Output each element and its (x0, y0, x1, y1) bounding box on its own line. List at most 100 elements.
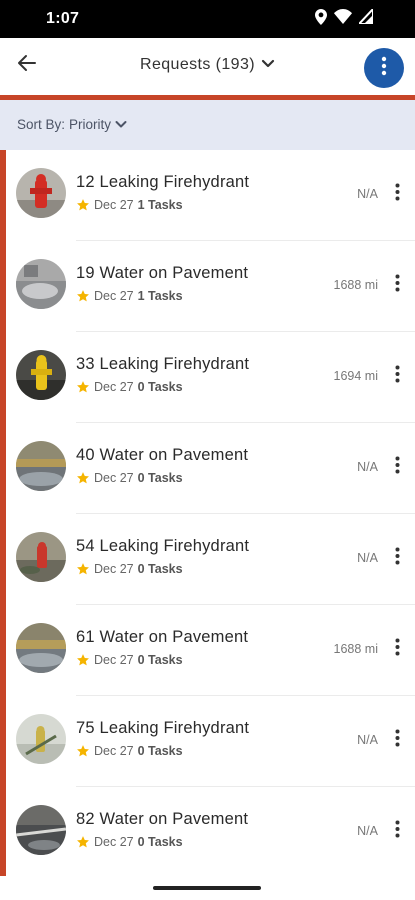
task-count: 0 Tasks (137, 471, 183, 485)
row-menu-button[interactable] (389, 638, 405, 660)
request-meta: Dec 27 0 Tasks (76, 380, 183, 394)
list-item[interactable]: 12 Leaking Firehydrant Dec 27 1 Tasks N/… (6, 150, 415, 241)
request-meta: Dec 27 0 Tasks (76, 835, 183, 849)
star-icon (77, 290, 89, 302)
request-distance: N/A (357, 733, 378, 747)
request-title: 19 Water on Pavement (76, 264, 249, 282)
request-date: Dec 27 (94, 198, 134, 212)
navigation-bar (0, 876, 415, 900)
task-count: 0 Tasks (137, 380, 183, 394)
list-item[interactable]: 61 Water on Pavement Dec 27 0 Tasks 1688… (6, 605, 415, 696)
request-date: Dec 27 (94, 653, 134, 667)
sort-label: Sort By: (17, 117, 66, 132)
request-title: 61 Water on Pavement (76, 628, 249, 646)
request-thumbnail (16, 805, 66, 855)
chevron-down-icon (115, 117, 127, 132)
request-date: Dec 27 (94, 562, 134, 576)
vertical-dots-icon (395, 183, 400, 206)
task-count: 0 Tasks (137, 562, 183, 576)
request-meta: Dec 27 0 Tasks (76, 653, 183, 667)
vertical-dots-icon (395, 820, 400, 843)
app-bar: Requests (193) (0, 38, 415, 95)
vertical-dots-icon (395, 456, 400, 479)
row-menu-button[interactable] (389, 820, 405, 842)
status-time: 1:07 (46, 10, 80, 27)
request-title: 40 Water on Pavement (76, 446, 249, 464)
request-distance: N/A (357, 824, 378, 838)
request-title: 54 Leaking Firehydrant (76, 537, 250, 555)
list-item[interactable]: 19 Water on Pavement Dec 27 1 Tasks 1688… (6, 241, 415, 332)
request-distance: N/A (357, 187, 378, 201)
row-menu-button[interactable] (389, 729, 405, 751)
row-menu-button[interactable] (389, 274, 405, 296)
request-date: Dec 27 (94, 289, 134, 303)
request-distance: 1688 mi (333, 278, 378, 292)
request-thumbnail (16, 168, 66, 218)
more-options-button[interactable] (364, 48, 404, 88)
request-distance: N/A (357, 460, 378, 474)
sort-value: Priority (69, 117, 112, 132)
star-icon (77, 563, 89, 575)
sort-dropdown[interactable]: Sort By: Priority (17, 117, 127, 132)
task-count: 1 Tasks (137, 289, 183, 303)
list-item[interactable]: 40 Water on Pavement Dec 27 0 Tasks N/A (6, 423, 415, 514)
list-item[interactable]: 54 Leaking Firehydrant Dec 27 0 Tasks N/… (6, 514, 415, 605)
request-distance: N/A (357, 551, 378, 565)
home-indicator[interactable] (153, 886, 261, 890)
task-count: 0 Tasks (137, 653, 183, 667)
list-item[interactable]: 75 Leaking Firehydrant Dec 27 0 Tasks N/… (6, 696, 415, 787)
request-title: 33 Leaking Firehydrant (76, 355, 250, 373)
request-thumbnail (16, 532, 66, 582)
vertical-dots-icon (395, 729, 400, 752)
request-date: Dec 27 (94, 380, 134, 394)
vertical-dots-icon (395, 547, 400, 570)
cell-signal-icon (356, 6, 374, 29)
list-item[interactable]: 33 Leaking Firehydrant Dec 27 0 Tasks 16… (6, 332, 415, 423)
star-icon (77, 745, 89, 757)
sort-bar: Sort By: Priority (0, 100, 415, 150)
star-icon (77, 472, 89, 484)
vertical-dots-icon (395, 365, 400, 388)
request-thumbnail (16, 623, 66, 673)
row-menu-button[interactable] (389, 365, 405, 387)
star-icon (77, 836, 89, 848)
location-icon (315, 8, 327, 30)
requests-title-dropdown[interactable]: Requests (193) (0, 56, 415, 74)
request-date: Dec 27 (94, 744, 134, 758)
task-count: 0 Tasks (137, 744, 183, 758)
star-icon (77, 381, 89, 393)
request-thumbnail (16, 350, 66, 400)
vertical-dots-icon (381, 56, 387, 81)
vertical-dots-icon (395, 638, 400, 661)
task-count: 0 Tasks (137, 835, 183, 849)
row-menu-button[interactable] (389, 456, 405, 478)
status-icons (315, 6, 374, 30)
request-thumbnail (16, 441, 66, 491)
request-title: 12 Leaking Firehydrant (76, 173, 250, 191)
request-title: 75 Leaking Firehydrant (76, 719, 250, 737)
vertical-dots-icon (395, 274, 400, 297)
page-title: Requests (193) (140, 56, 255, 73)
chevron-down-icon (261, 56, 275, 74)
request-title: 82 Water on Pavement (76, 810, 249, 828)
row-menu-button[interactable] (389, 183, 405, 205)
request-thumbnail (16, 259, 66, 309)
request-meta: Dec 27 0 Tasks (76, 744, 183, 758)
request-meta: Dec 27 1 Tasks (76, 289, 183, 303)
task-count: 1 Tasks (137, 198, 183, 212)
request-meta: Dec 27 1 Tasks (76, 198, 183, 212)
request-distance: 1694 mi (333, 369, 378, 383)
wifi-icon (334, 9, 352, 29)
list-item[interactable]: 82 Water on Pavement Dec 27 0 Tasks N/A (6, 787, 415, 878)
request-date: Dec 27 (94, 471, 134, 485)
request-thumbnail (16, 714, 66, 764)
request-date: Dec 27 (94, 835, 134, 849)
star-icon (77, 654, 89, 666)
row-menu-button[interactable] (389, 547, 405, 569)
status-bar: 1:07 (0, 0, 415, 38)
request-meta: Dec 27 0 Tasks (76, 471, 183, 485)
request-meta: Dec 27 0 Tasks (76, 562, 183, 576)
requests-list: 12 Leaking Firehydrant Dec 27 1 Tasks N/… (0, 150, 415, 876)
star-icon (77, 199, 89, 211)
request-distance: 1688 mi (333, 642, 378, 656)
